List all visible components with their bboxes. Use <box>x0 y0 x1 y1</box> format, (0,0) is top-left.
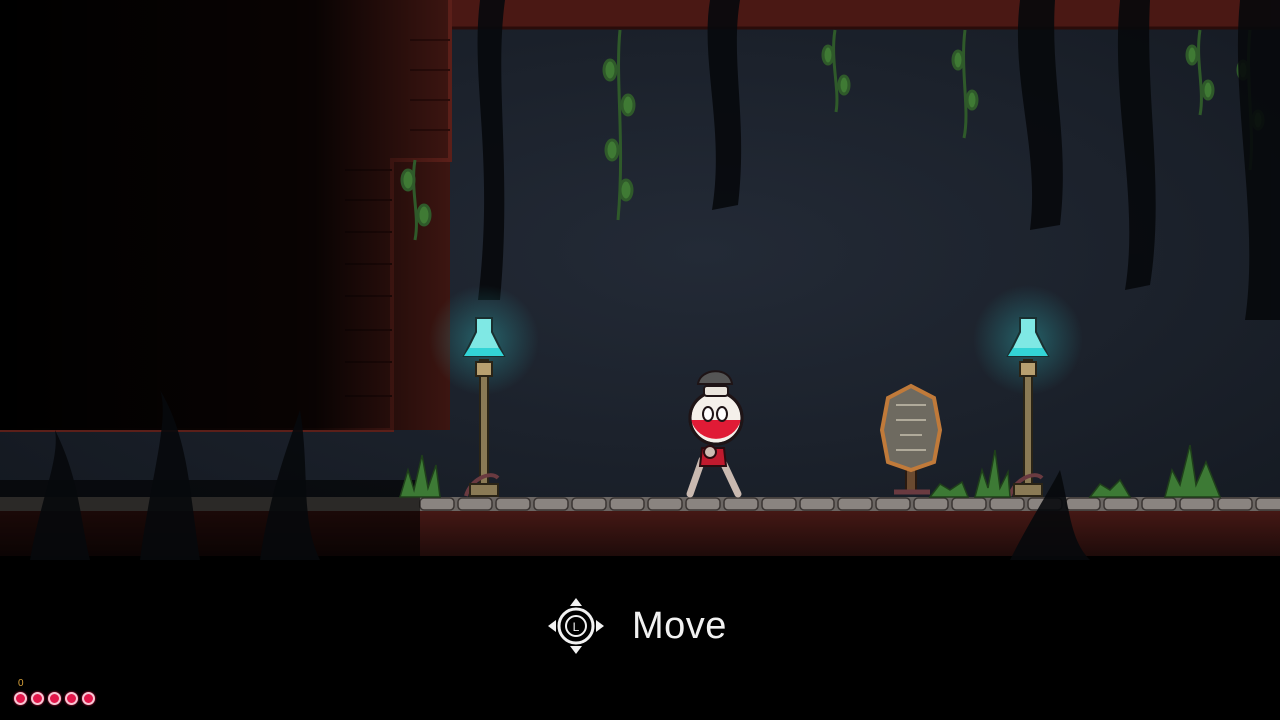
left-stick-move-icon: L <box>548 598 604 654</box>
stick-letter: L <box>573 620 580 634</box>
health-pip <box>14 692 27 705</box>
hud: 0 <box>14 678 95 705</box>
health-pip <box>31 692 44 705</box>
health-pip <box>48 692 61 705</box>
health-pip <box>82 692 95 705</box>
control-hint: L Move <box>546 594 727 658</box>
prompt-label: Move <box>632 604 727 647</box>
currency-counter: 0 <box>18 678 24 689</box>
health-bar <box>14 692 95 705</box>
left-brick-wall <box>0 0 452 432</box>
health-pip <box>65 692 78 705</box>
